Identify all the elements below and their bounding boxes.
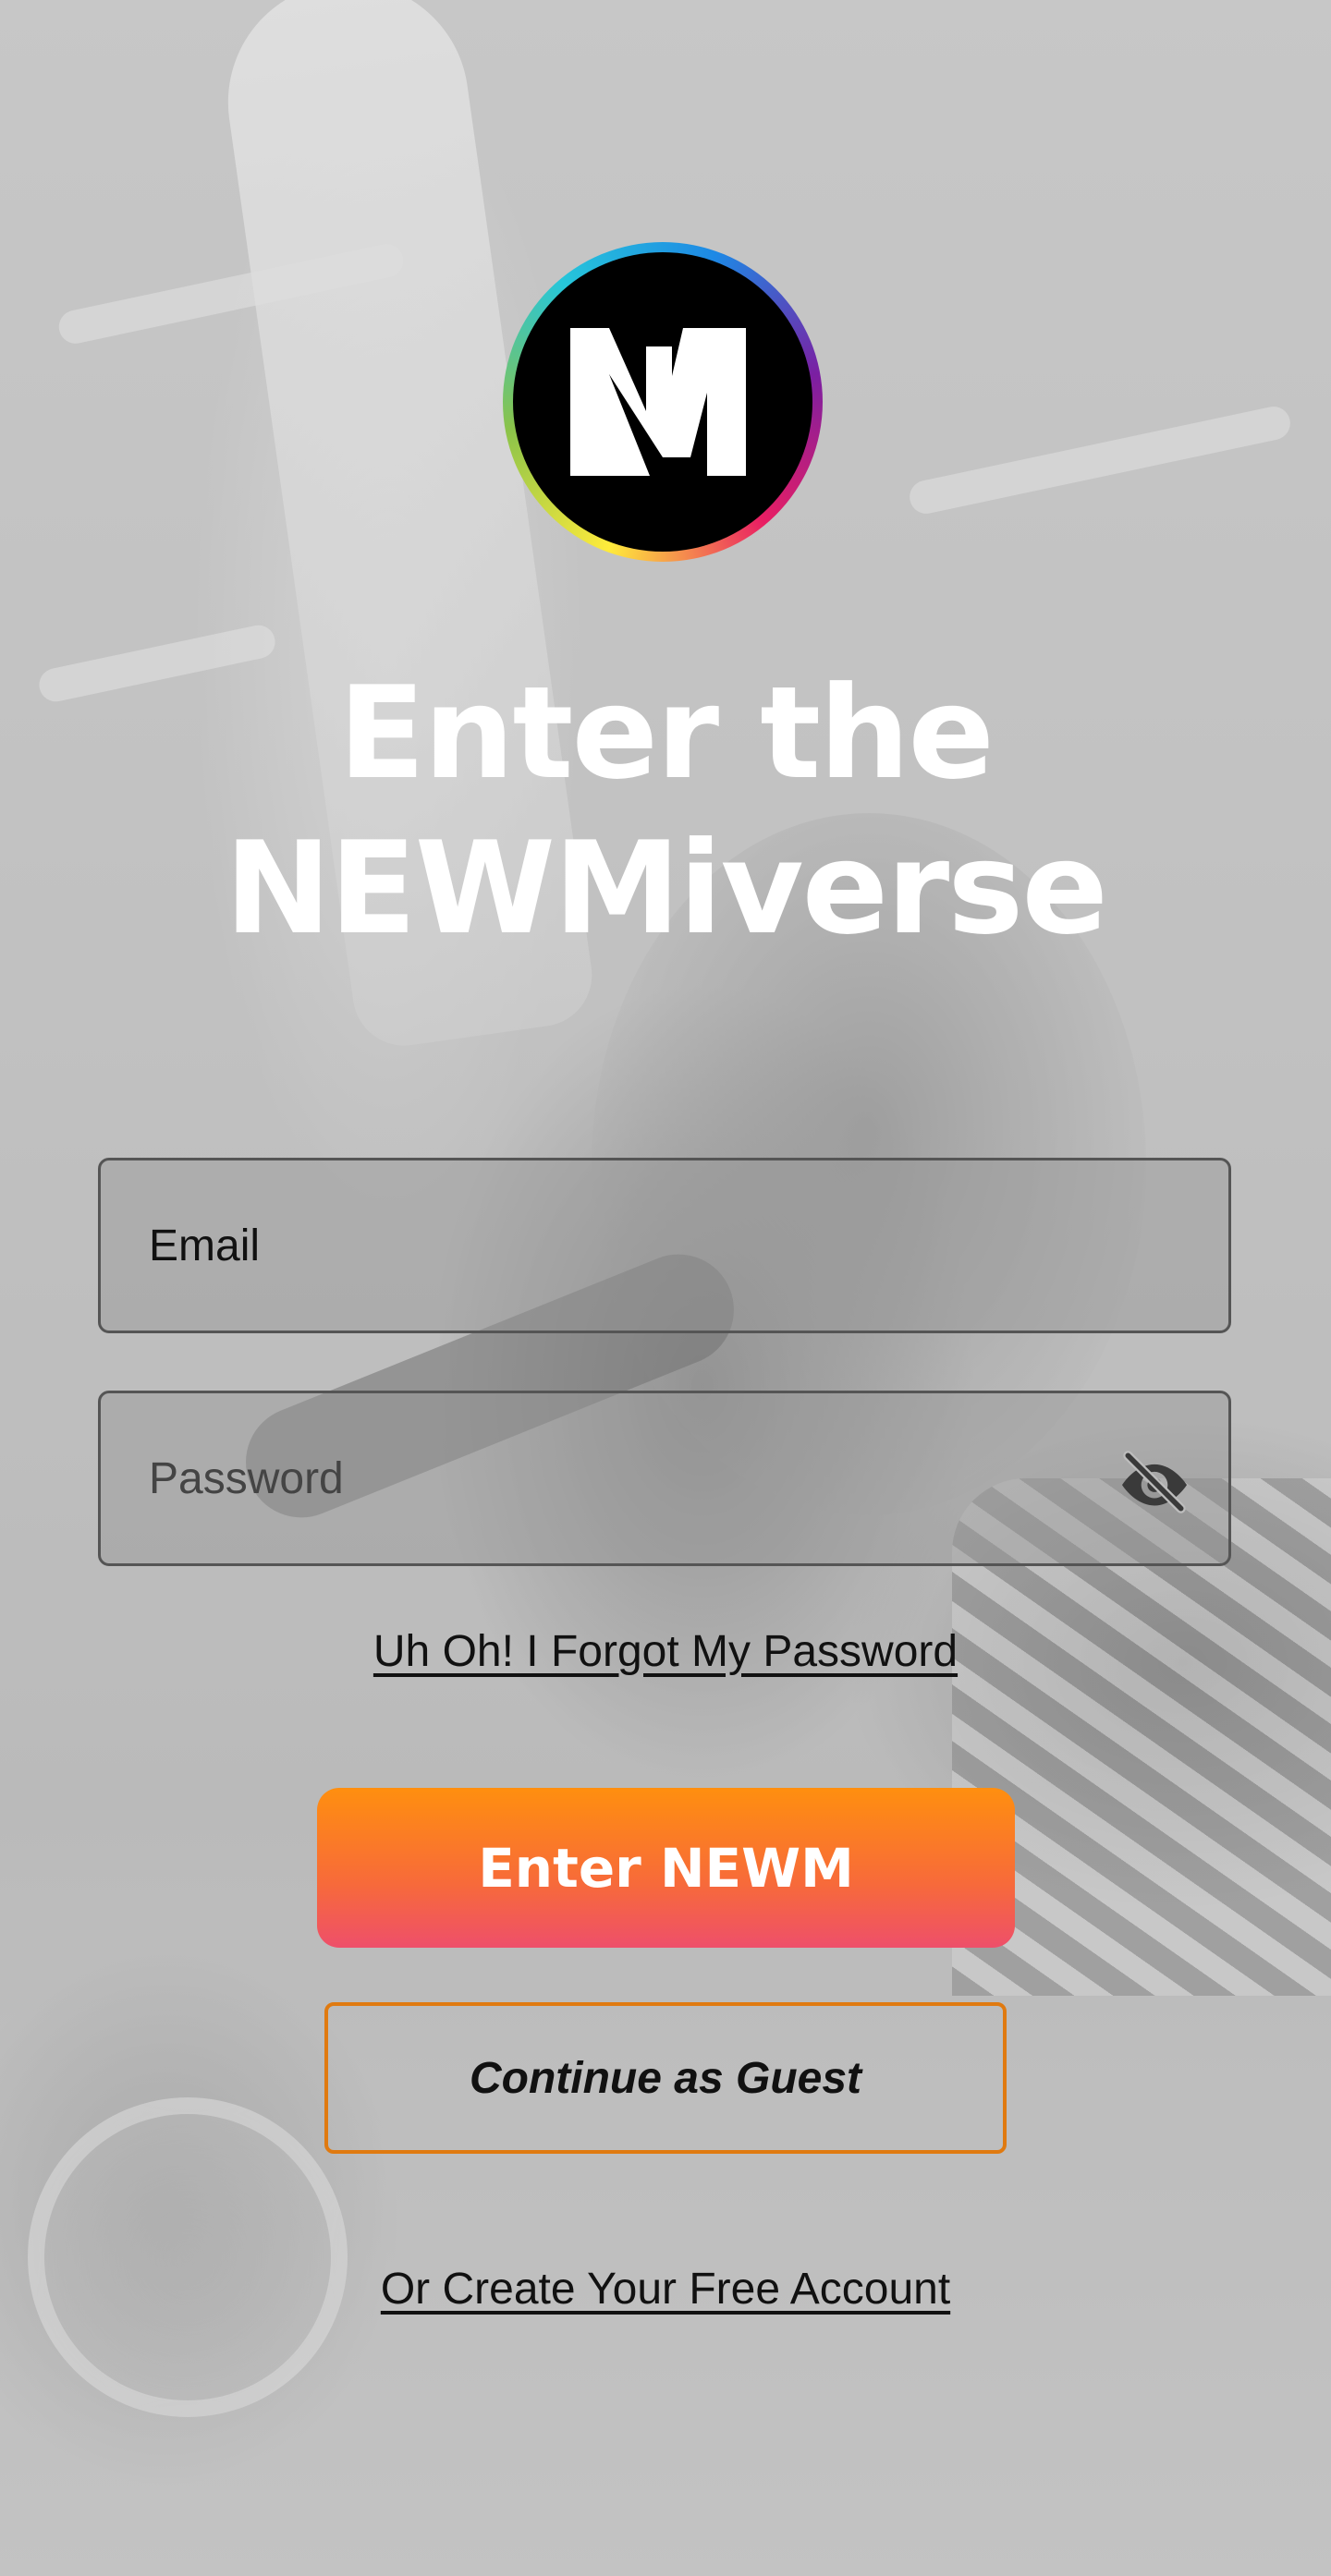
title-line-2: NEWMiverse xyxy=(225,814,1108,963)
email-input[interactable] xyxy=(149,1160,1110,1331)
enter-newm-button[interactable]: Enter NEWM xyxy=(317,1788,1015,1948)
create-account-link[interactable]: Or Create Your Free Account xyxy=(0,2264,1331,2315)
eye-off-icon[interactable] xyxy=(1117,1445,1191,1519)
page-title: Enter the NEWMiverse xyxy=(0,656,1331,966)
title-line-1: Enter the xyxy=(338,659,995,808)
password-input[interactable] xyxy=(149,1393,1110,1563)
newm-logo-icon xyxy=(503,242,823,562)
password-field[interactable] xyxy=(98,1391,1231,1566)
continue-as-guest-button[interactable]: Continue as Guest xyxy=(324,2002,1007,2154)
forgot-password-link[interactable]: Uh Oh! I Forgot My Password xyxy=(0,1626,1331,1677)
email-field[interactable] xyxy=(98,1158,1231,1333)
